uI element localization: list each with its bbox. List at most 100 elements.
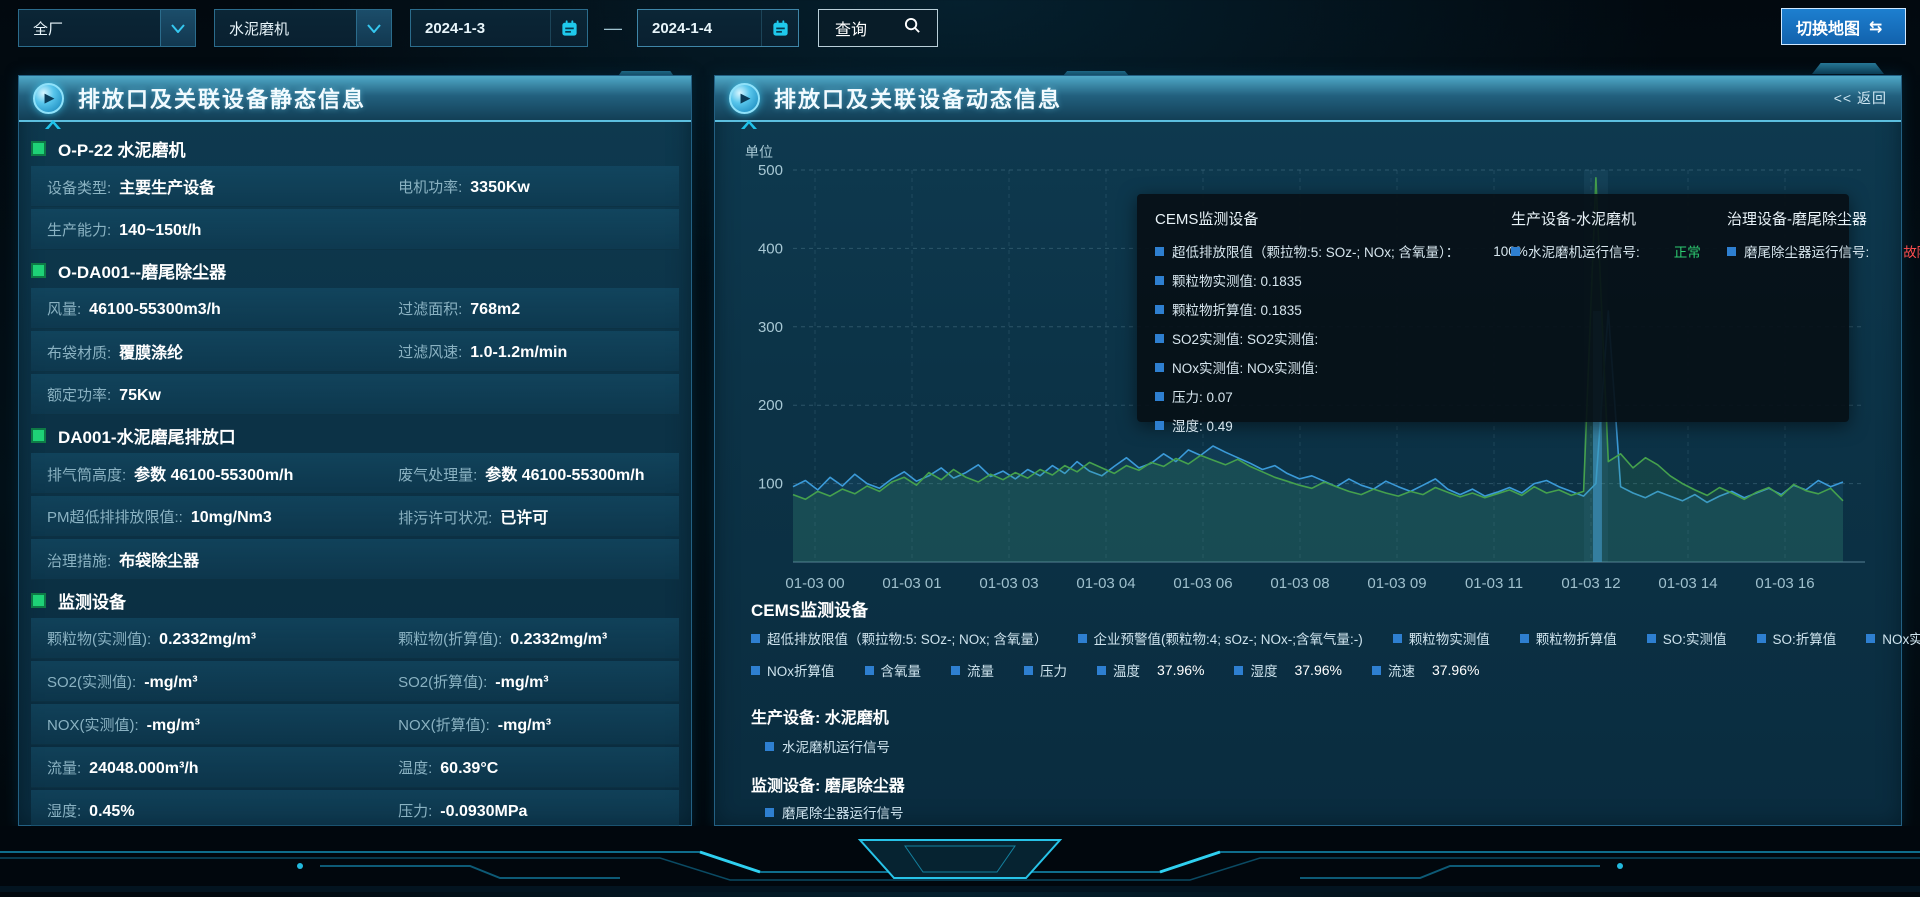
legend-item-label: 超低排放限值（颗拉物:5: SOz-; NOx; 含氧量） [767,628,1048,648]
legend-item[interactable]: 压力 [1024,660,1067,680]
section-title: O-P-22 水泥磨机 [58,136,186,161]
back-link[interactable]: << 返回 [1834,88,1887,108]
legend-item[interactable]: 颗粒物折算值 [1520,628,1617,648]
legend-item-label: 温度 [1113,660,1140,680]
field-value: 参数 46100-55300m/h [134,467,293,484]
field-value: 1.0-1.2m/min [470,344,567,361]
calendar-icon[interactable] [550,10,587,46]
legend-item[interactable]: SO:折算值 [1757,628,1837,648]
tooltip-column-title: 生产设备-水泥磨机 [1511,208,1701,229]
legend-item-value: 37.96% [1157,662,1204,678]
info-cell: 流量:24048.000m³/h [47,757,398,778]
field-label: 布袋材质: [47,345,111,362]
legend-item-value: 37.96% [1294,662,1341,678]
legend-item[interactable]: 湿度 37.96% [1234,660,1341,680]
legend-square-icon [1155,305,1164,314]
tooltip-item: 压力: 0.07 [1155,386,1485,406]
field-label: 温度: [398,760,432,777]
switch-map-label: 切换地图 [1796,15,1860,39]
legend-item[interactable]: 超低排放限值（颗拉物:5: SOz-; NOx; 含氧量） [751,628,1048,648]
legend-square-icon [865,666,874,675]
svg-text:300: 300 [758,319,783,336]
tooltip-column: 治理设备-磨尾除尘器磨尾除尘器运行信号:故障 [1727,208,1917,408]
legend-square-icon [1097,666,1106,675]
section-title: DA001-水泥磨尾排放口 [58,423,236,448]
legend-item-label: 含氧量 [881,660,922,680]
monitor-device-signal[interactable]: 磨尾除尘器运行信号 [765,802,904,822]
field-label: 湿度: [47,803,81,820]
legend-item-label: SO:实测值 [1663,628,1727,648]
field-value: 768m2 [470,301,520,318]
field-label: SO2(实测值): [47,674,136,691]
tooltip-item: 超低排放限值（颗拉物:5: SOz-; NOx; 含氧量）：100% [1155,241,1485,261]
info-cell: 生产能力:140~150t/h [47,219,398,240]
legend-item[interactable]: 颗粒物实测值 [1393,628,1490,648]
date-to-value: 2024-1-4 [638,20,761,37]
svg-text:01-03 09: 01-03 09 [1367,575,1426,592]
calendar-icon[interactable] [761,10,798,46]
field-value: 主要生产设备 [119,180,215,197]
legend-item[interactable]: SO:实测值 [1647,628,1727,648]
legend-item-label: 湿度 [1250,660,1277,680]
legend-row: 超低排放限值（颗拉物:5: SOz-; NOx; 含氧量） 企业预警值(颗粒物:4… [751,628,1920,648]
info-row: 设备类型:主要生产设备电机功率:3350Kw [31,166,679,207]
field-value: 75Kw [119,387,161,404]
svg-text:01-03 00: 01-03 00 [785,575,844,592]
legend-item-label: 颗粒物实测值 [1409,628,1490,648]
tooltip-column: 生产设备-水泥磨机水泥磨机运行信号:正常 [1511,208,1701,408]
legend-item[interactable]: NOx折算值 [751,660,835,680]
legend-item[interactable]: 流量 [951,660,994,680]
section-header: O-P-22 水泥磨机 [31,130,679,166]
legend-item[interactable]: 含氧量 [865,660,922,680]
date-to-input[interactable]: 2024-1-4 [637,9,799,47]
svg-text:400: 400 [758,240,783,257]
top-toolbar: 全厂 水泥磨机 2024-1-3 — 2024-1-4 查询 切换地图 ⇆ [0,0,1920,58]
svg-text:01-03 11: 01-03 11 [1465,575,1523,592]
legend-square-icon [1520,634,1529,643]
legend-item-label: 颗粒物折算值 [1536,628,1617,648]
svg-text:500: 500 [758,162,783,179]
svg-text:01-03 14: 01-03 14 [1658,575,1717,592]
date-from-input[interactable]: 2024-1-3 [410,9,588,47]
legend-item[interactable]: 企业预警值(颗粒物:4; sOz-; NOx-;含氧气量:-) [1078,628,1363,648]
field-label: 颗粒物(折算值): [398,631,502,648]
svg-text:100: 100 [758,476,783,493]
tooltip-item-text: 压力: 0.07 [1172,386,1233,406]
chevron-down-icon[interactable] [356,10,391,46]
tooltip-item-value: 正常 [1674,241,1701,261]
static-info-panel-header: ▶ 排放口及关联设备静态信息 [19,76,691,122]
tooltip-item-text: 颗粒物折算值: 0.1835 [1172,299,1302,319]
switch-arrows-icon: ⇆ [1869,17,1882,37]
static-info-list: O-P-22 水泥磨机设备类型:主要生产设备电机功率:3350Kw生产能力:14… [19,122,691,874]
legend-square-icon [1155,334,1164,343]
chevron-down-icon[interactable] [160,10,195,46]
tooltip-item-text: 湿度: 0.49 [1172,415,1233,435]
info-cell: 温度: 60.39°C [398,757,663,778]
field-label: 排气筒高度: [47,467,126,484]
info-cell: 电机功率:3350Kw [398,176,663,197]
legend-item[interactable]: 温度 37.96% [1097,660,1204,680]
tooltip-item: 水泥磨机运行信号:正常 [1511,241,1701,261]
legend-item-label: NOx折算值 [767,660,835,680]
field-label: 治理措施: [47,553,111,570]
legend-square-icon [765,742,774,751]
legend-item[interactable]: NOx实测值 [1866,628,1920,648]
info-row: PM超低排排放限值::10mg/Nm3排污许可状况:已许可 [31,496,679,537]
info-cell: 过滤面积:768m2 [398,298,663,319]
info-cell: NOX(折算值):-mg/m³ [398,714,663,735]
tooltip-item-text: 磨尾除尘器运行信号: [1744,241,1869,261]
device-select[interactable]: 水泥磨机 [214,9,392,47]
legend-square-icon [1155,276,1164,285]
svg-text:01-03 16: 01-03 16 [1755,575,1814,592]
query-button[interactable]: 查询 [818,9,938,47]
field-label: 颗粒物(实测值): [47,631,151,648]
legend-square-icon [1647,634,1656,643]
field-label: NOX(折算值): [398,717,490,734]
plant-select[interactable]: 全厂 [18,9,196,47]
switch-map-button[interactable]: 切换地图 ⇆ [1781,8,1906,45]
production-device-signal[interactable]: 水泥磨机运行信号 [765,736,890,756]
field-label: 生产能力: [47,222,111,239]
field-value: 60.39°C [440,760,498,777]
legend-item[interactable]: 流速37.96% [1372,660,1479,680]
legend-item-label: 流量 [967,660,994,680]
